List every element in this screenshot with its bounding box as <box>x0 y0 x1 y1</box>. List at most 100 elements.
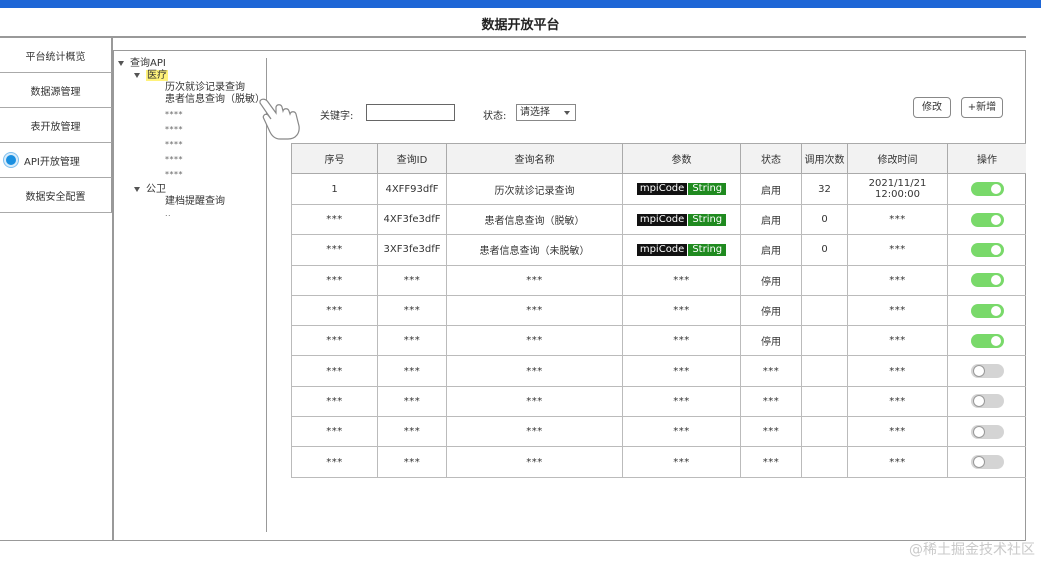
tree-node-root[interactable]: 查询API <box>118 58 268 70</box>
sidebar-item-api-open[interactable]: API开放管理 <box>0 143 112 178</box>
enable-toggle[interactable] <box>970 303 1004 318</box>
table-cell-param: mpiCode String <box>622 203 741 236</box>
enable-toggle[interactable] <box>970 394 1004 409</box>
table-cell-action <box>947 294 1027 327</box>
table-row[interactable]: *** *** *** *** *** *** <box>291 385 1027 418</box>
top-accent-bar <box>0 0 1041 8</box>
enable-toggle[interactable] <box>970 364 1004 379</box>
status-select[interactable]: 请选择 <box>516 104 576 121</box>
table-cell-param: *** <box>622 446 741 478</box>
param-key: mpiCode <box>636 243 688 256</box>
table-row[interactable]: *** 3XF3fe3dfF 患者信息查询（未脱敏） mpiCode String 启用 0… <box>291 234 1027 266</box>
table-cell-action <box>947 416 1027 448</box>
table-cell <box>801 446 848 478</box>
table-cell: 0 <box>801 203 848 236</box>
divider <box>0 540 113 541</box>
tree-leaf[interactable]: 建档提醒查询 <box>118 196 268 208</box>
table-cell <box>801 325 848 357</box>
enable-toggle[interactable] <box>970 333 1004 348</box>
table-cell: *** <box>446 264 623 296</box>
keyword-input[interactable] <box>366 104 455 121</box>
enable-toggle[interactable] <box>970 212 1004 227</box>
table-cell: 1 <box>291 173 378 205</box>
edit-button[interactable]: 修改 <box>913 97 951 118</box>
sidebar-item-table-open[interactable]: 表开放管理 <box>0 108 112 143</box>
caret-down-icon[interactable] <box>134 72 140 78</box>
tree-leaf[interactable]: **** <box>118 154 268 166</box>
caret-down-icon[interactable] <box>134 186 140 192</box>
sidebar-item-label: 表开放管理 <box>30 121 81 133</box>
enable-toggle[interactable] <box>970 182 1004 196</box>
table-cell-action <box>947 173 1027 205</box>
table-cell: 3XF3fe3dfF <box>377 234 447 266</box>
table-row[interactable]: *** 4XF3fe3dfF 患者信息查询（脱敏） mpiCode String 启用 0 *… <box>291 203 1027 236</box>
column-header[interactable]: 调用次数 <box>801 143 848 174</box>
enable-toggle[interactable] <box>970 455 1004 470</box>
table-cell-action <box>947 325 1027 357</box>
sidebar-item-data-security[interactable]: 数据安全配置 <box>0 178 112 213</box>
toggle-knob <box>990 214 1001 225</box>
table-row[interactable]: *** *** *** *** 停用 *** <box>291 294 1027 327</box>
column-header[interactable]: 修改时间 <box>847 143 948 174</box>
table-row[interactable]: *** *** *** *** 停用 *** <box>291 325 1027 357</box>
column-header[interactable]: 状态 <box>740 143 802 174</box>
caret-down-icon[interactable] <box>118 60 124 66</box>
column-header[interactable]: 参数 <box>622 143 741 174</box>
table-row[interactable]: *** *** *** *** *** *** <box>291 416 1027 448</box>
param-chip: mpiCode String <box>636 243 727 256</box>
add-button[interactable]: +新增 <box>961 97 1003 118</box>
column-header[interactable]: 查询名称 <box>446 143 623 174</box>
table-row[interactable]: *** *** *** *** *** *** <box>291 446 1027 478</box>
table-cell: *** <box>377 416 447 448</box>
sidebar-item-label: 数据安全配置 <box>25 191 86 203</box>
table-cell-param: *** <box>622 294 741 327</box>
table-cell: *** <box>847 294 948 327</box>
table-row[interactable]: 1 4XFF93dfF 历次就诊记录查询 mpiCode String 启用 32 2021/… <box>291 173 1027 205</box>
table-cell: *** <box>291 294 378 327</box>
table-row[interactable]: *** *** *** *** 停用 *** <box>291 264 1027 296</box>
table-cell: *** <box>446 385 623 418</box>
toggle-knob <box>990 335 1001 346</box>
table-cell-param: *** <box>622 385 741 418</box>
table-cell: 0 <box>801 234 848 266</box>
table-cell: 停用 <box>740 294 802 327</box>
status-label: 状态: <box>483 111 507 122</box>
table-cell: *** <box>291 385 378 418</box>
hand-pointer-icon <box>259 98 300 140</box>
tree-leaf[interactable]: **** <box>118 169 268 181</box>
tree-leaf[interactable]: **** <box>118 109 268 121</box>
enable-toggle[interactable] <box>970 242 1004 257</box>
table-cell-action <box>947 264 1027 296</box>
tree-node-public-health[interactable]: 公卫 <box>118 184 268 196</box>
column-header[interactable]: 操作 <box>947 143 1027 174</box>
param-type: String <box>687 243 727 256</box>
table-cell: 启用 <box>740 173 802 205</box>
table-cell: 历次就诊记录查询 <box>446 173 623 205</box>
keyword-label: 关键字: <box>320 111 354 122</box>
table-cell: *** <box>847 325 948 357</box>
sidebar-item-stats-overview[interactable]: 平台统计概览 <box>0 38 112 73</box>
tree-leaf[interactable]: **** <box>118 139 268 151</box>
table-cell-param: mpiCode String <box>622 234 741 266</box>
toggle-knob <box>973 457 984 468</box>
enable-toggle[interactable] <box>970 424 1004 439</box>
table-cell-param: *** <box>622 355 741 387</box>
table-cell: 停用 <box>740 325 802 357</box>
column-header[interactable]: 序号 <box>291 143 378 174</box>
tree-leaf[interactable]: **** <box>118 124 268 136</box>
table-row[interactable]: *** *** *** *** *** *** <box>291 355 1027 387</box>
right-edge <box>1026 38 1041 541</box>
tree-leaf[interactable]: 患者信息查询（脱敏） <box>118 94 268 106</box>
table-cell: *** <box>291 416 378 448</box>
sidebar-item-datasource[interactable]: 数据源管理 <box>0 73 112 108</box>
enable-toggle[interactable] <box>970 273 1004 288</box>
tree-leaf[interactable]: .. <box>118 208 268 220</box>
column-header[interactable]: 查询ID <box>377 143 447 174</box>
table-cell: *** <box>291 446 378 478</box>
param-key: mpiCode <box>636 183 688 195</box>
param-chip: mpiCode String <box>636 183 727 195</box>
table-cell: 患者信息查询（未脱敏） <box>446 234 623 266</box>
tree-leaf[interactable]: 历次就诊记录查询 <box>118 82 268 94</box>
tree-node-medical[interactable]: 医疗 <box>118 70 268 82</box>
active-indicator-icon <box>4 153 18 167</box>
